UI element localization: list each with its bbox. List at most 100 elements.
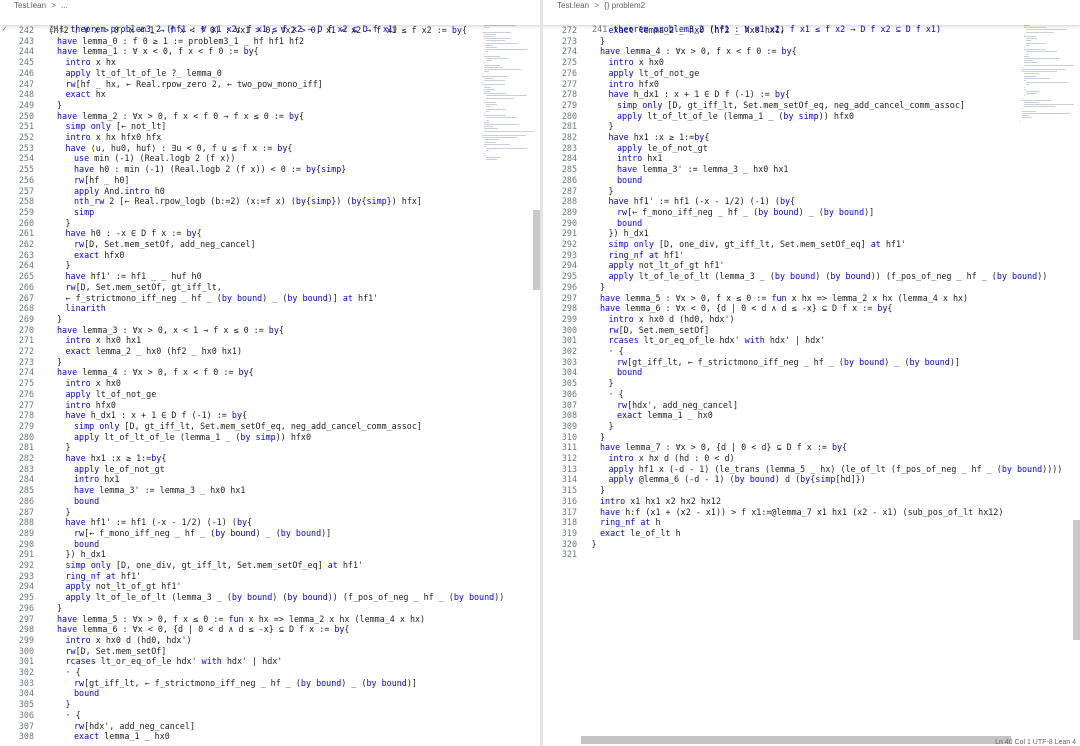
code-line[interactable]: 284 intro hx1 bbox=[0, 474, 120, 485]
code-line[interactable]: 303 rw[gt_iff_lt, ← f_strictmono_iff_neg … bbox=[0, 678, 417, 689]
code-line[interactable]: 279 simp only [D, gt_iff_lt, Set.mem_setO… bbox=[543, 100, 965, 111]
code-line[interactable]: 266 rw[D, Set.mem_setOf, gt_iff_lt, bbox=[0, 282, 222, 293]
code-line[interactable]: 263 exact hfx0 bbox=[0, 250, 125, 261]
code-line[interactable]: 280 apply lt_of_lt_of_le (lemma_1 _ (by s… bbox=[543, 111, 854, 122]
code-line[interactable]: 273} bbox=[0, 357, 62, 368]
code-line[interactable]: 288 have hf1' := hf1 (-x - 1/2) (-1) (by{ bbox=[0, 517, 252, 528]
code-line[interactable]: 298 have lemma_6 : ∀x < 0, {d | 0 < d ∧ d… bbox=[0, 624, 350, 635]
code-line[interactable]: 290 bound bbox=[0, 539, 99, 550]
code-line[interactable]: 313 apply hf1 x (-d - 1) (le_trans (lemma… bbox=[543, 464, 1062, 475]
code-line[interactable]: 278 have h_dx1 : x + 1 ∈ D f (-1) := by{ bbox=[543, 89, 790, 100]
code-line[interactable]: 307 rw[hdx', add_neg_cancel] bbox=[0, 721, 195, 732]
code-line[interactable]: 285 have lemma_3' := lemma_3 _ hx0 hx1 bbox=[543, 164, 789, 175]
code-line[interactable]: 243 have lemma_0 : f 0 ≥ 1 := problem3_1 … bbox=[0, 36, 304, 47]
code-line[interactable]: 305} bbox=[0, 699, 71, 710]
code-line[interactable]: 289 rw[← f_mono_iff_neg _ hf _ (by bound)… bbox=[543, 207, 874, 218]
code-line[interactable]: 280 apply lt_of_lt_of_le (lemma_1 _ (by s… bbox=[0, 432, 311, 443]
code-line[interactable]: 303 rw[gt_iff_lt, ← f_strictmono_iff_neg … bbox=[543, 357, 960, 368]
code-line[interactable]: 262 rw[D, Set.mem_setOf, add_neg_cancel] bbox=[0, 239, 256, 250]
sticky-scroll-header[interactable]: ✓ 241 theorem problem3_2 (hf1 : ∀ x1 x2, f… bbox=[0, 13, 540, 34]
code-line[interactable]: 317 have h:f (x1 + (x2 - x1)) > f x1:=@le… bbox=[543, 507, 1004, 518]
code-line[interactable]: 320} bbox=[543, 539, 597, 550]
code-line[interactable]: 301 rcases lt_or_eq_of_le hdx' with hdx' … bbox=[0, 656, 282, 667]
code-line[interactable]: 301 rcases lt_or_eq_of_le hdx' with hdx' … bbox=[543, 335, 825, 346]
code-line[interactable]: 307 rw[hdx', add_neg_cancel] bbox=[543, 400, 738, 411]
code-line[interactable]: 297 have lemma_5 : ∀x > 0, f x ≤ 0 := fun… bbox=[0, 614, 425, 625]
code-line[interactable]: 277 intro hfx0 bbox=[543, 79, 659, 90]
breadcrumb-symbol[interactable]: {} problem2 bbox=[604, 1, 645, 10]
code-line[interactable]: 300 rw[D, Set.mem_setOf] bbox=[543, 325, 710, 336]
code-line[interactable]: 308 exact lemma_1 _ hx0 bbox=[0, 731, 170, 742]
minimap[interactable] bbox=[478, 14, 538, 746]
code-line[interactable]: 282 have hx1 :x ≥ 1:=by{ bbox=[0, 453, 167, 464]
code-line[interactable]: 315} bbox=[543, 485, 605, 496]
code-line[interactable]: 306 · { bbox=[543, 389, 624, 400]
code-line[interactable]: 275 intro x hx0 bbox=[543, 57, 664, 68]
sticky-scroll-header[interactable]: 241 theorem problem3_2 (hf1 : ∀ x1 x2, f … bbox=[543, 13, 1080, 34]
code-line[interactable]: 260} bbox=[0, 218, 71, 229]
code-line[interactable]: 277 intro hfx0 bbox=[0, 400, 116, 411]
code-line[interactable]: 249} bbox=[0, 100, 62, 111]
breadcrumb-left[interactable]: Test.lean > ... bbox=[0, 0, 540, 12]
code-line[interactable]: 281} bbox=[543, 121, 614, 132]
code-line[interactable]: 287} bbox=[0, 507, 71, 518]
code-line[interactable]: 304 bound bbox=[543, 367, 642, 378]
code-line[interactable]: 268 linarith bbox=[0, 303, 106, 314]
code-line[interactable]: 250 have lemma_2 : ∀x > 0, f x < f 0 → f … bbox=[0, 111, 304, 122]
code-line[interactable]: 305} bbox=[543, 378, 614, 389]
code-line[interactable]: 292 simp only [D, one_div, gt_iff_lt, Set… bbox=[543, 239, 906, 250]
code-line[interactable]: 292 simp only [D, one_div, gt_iff_lt, Set… bbox=[0, 560, 363, 571]
code-line[interactable]: 291}) h_dx1 bbox=[543, 228, 649, 239]
left-editor-pane[interactable]: Test.lean > ... ✓ 241 theorem problem3_2 (… bbox=[0, 0, 540, 746]
code-line[interactable]: 288 have hf1' := hf1 (-x - 1/2) (-1) (by{ bbox=[543, 196, 795, 207]
code-line[interactable]: 309} bbox=[543, 421, 614, 432]
code-line[interactable]: 312 intro x hx d (hd : 0 < d) bbox=[543, 453, 735, 464]
code-line[interactable]: 254 use min (-1) (Real.logb 2 (f x)) bbox=[0, 153, 236, 164]
code-line[interactable]: 295 apply lt_of_le_of_lt (lemma_3 _ (by b… bbox=[543, 271, 1047, 282]
code-line[interactable]: 265 have hf1' := hf1 _ _ huf h0 bbox=[0, 271, 202, 282]
code-line[interactable]: 287} bbox=[543, 186, 614, 197]
code-line[interactable]: 267 ← f_strictmono_iff_neg _ hf _ (by bou… bbox=[0, 293, 378, 304]
code-line[interactable]: 276 apply lt_of_not_ge bbox=[0, 389, 156, 400]
breadcrumb-right[interactable]: Test.lean > {} problem2 bbox=[543, 0, 1080, 12]
code-line[interactable]: 316 intro x1 hx1 x2 hx2 hx12 bbox=[543, 496, 721, 507]
code-line[interactable]: 278 have h_dx1 : x + 1 ∈ D f (-1) := by{ bbox=[0, 410, 247, 421]
code-line[interactable]: 290 bound bbox=[543, 218, 642, 229]
minimap[interactable] bbox=[1018, 14, 1078, 746]
code-line[interactable]: 259 simp bbox=[0, 207, 94, 218]
code-area[interactable]: 272 exact lemma_2 _ hx0 (hf2 _ hx0 hx1) 27… bbox=[543, 25, 1080, 746]
code-line[interactable]: 319 exact le_of_lt h bbox=[543, 528, 681, 539]
code-line[interactable]: 257 apply And.intro h0 bbox=[0, 186, 165, 197]
code-line[interactable]: 258 nth_rw 2 [← Real.rpow_logb (b:=2) (x:… bbox=[0, 196, 422, 207]
code-line[interactable]: 245 intro x hx bbox=[0, 57, 116, 68]
code-line[interactable]: 286 bound bbox=[543, 175, 642, 186]
code-line[interactable]: 294 apply not_lt_of_gt hf1' bbox=[543, 260, 725, 271]
breadcrumb-symbol[interactable]: ... bbox=[61, 1, 68, 10]
code-line[interactable]: 270 have lemma_3 : ∀x > 0, x < 1 → f x ≤ … bbox=[0, 325, 284, 336]
code-line[interactable]: 302 · { bbox=[0, 667, 81, 678]
code-line[interactable]: 252 intro x hx hfx0 hfx bbox=[0, 132, 161, 143]
code-line[interactable]: 276 apply lt_of_not_ge bbox=[543, 68, 699, 79]
code-line[interactable]: 310} bbox=[543, 432, 605, 443]
code-line[interactable]: 274 have lemma_4 : ∀x > 0, f x < f 0 := b… bbox=[543, 46, 797, 57]
code-line[interactable]: 300 rw[D, Set.mem_setOf] bbox=[0, 646, 167, 657]
code-line[interactable]: 274 have lemma_4 : ∀x > 0, f x < f 0 := b… bbox=[0, 367, 254, 378]
code-line[interactable]: 291}) h_dx1 bbox=[0, 549, 106, 560]
horizontal-scrollbar[interactable] bbox=[581, 736, 1011, 744]
code-line[interactable]: 282 have hx1 :x ≥ 1:=by{ bbox=[543, 132, 710, 143]
code-line[interactable]: 289 rw[← f_mono_iff_neg _ hf _ (by bound)… bbox=[0, 528, 331, 539]
code-line[interactable]: 304 bound bbox=[0, 688, 99, 699]
code-line[interactable]: 283 apply le_of_not_gt bbox=[543, 143, 708, 154]
code-line[interactable]: 275 intro x hx0 bbox=[0, 378, 121, 389]
code-area[interactable]: 242 (hf2 : ∀ x > 0, x < 1 → f x < f 0) : … bbox=[0, 25, 540, 746]
code-line[interactable]: 264} bbox=[0, 260, 71, 271]
code-line[interactable]: 318 ring_nf at h bbox=[543, 517, 661, 528]
code-line[interactable]: 283 apply le_of_not_gt bbox=[0, 464, 165, 475]
code-line[interactable]: 286 bound bbox=[0, 496, 99, 507]
code-line[interactable]: 293 ring_nf at hf1' bbox=[0, 571, 141, 582]
code-line[interactable]: 299 intro x hx0 d (hd0, hdx') bbox=[0, 635, 192, 646]
code-line[interactable]: 279 simp only [D, gt_iff_lt, Set.mem_setO… bbox=[0, 421, 422, 432]
code-line[interactable]: 269} bbox=[0, 314, 62, 325]
code-line[interactable]: 297 have lemma_5 : ∀x > 0, f x ≤ 0 := fun… bbox=[543, 293, 968, 304]
code-line[interactable]: 321 bbox=[543, 549, 583, 560]
